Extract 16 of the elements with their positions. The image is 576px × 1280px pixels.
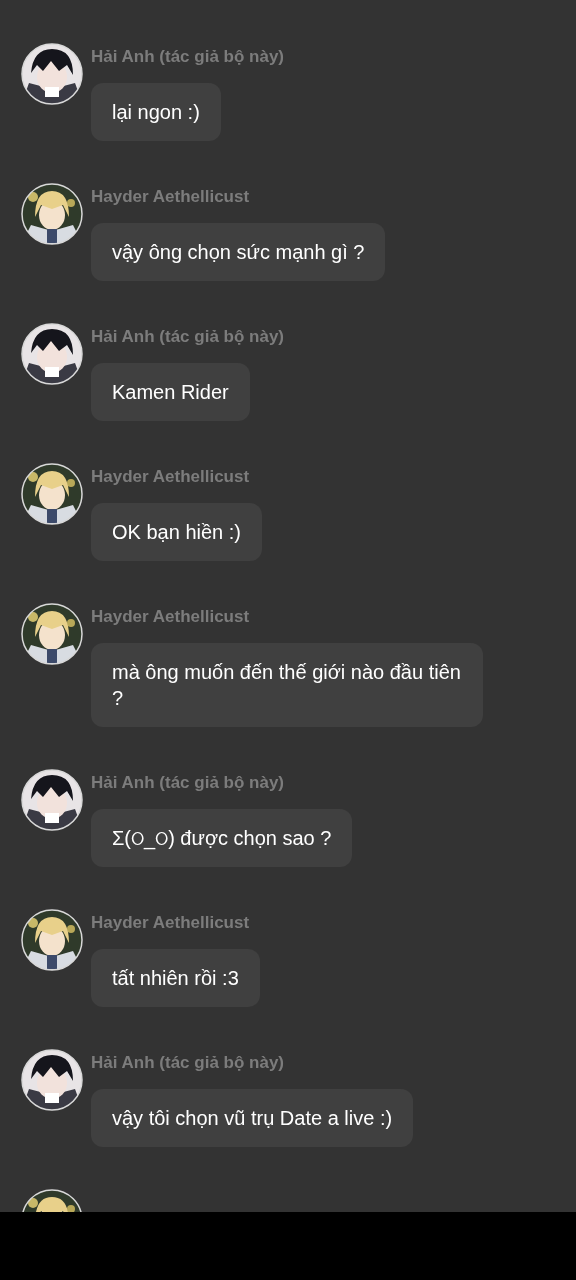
sender-name: Hayder Aethellicust — [91, 606, 250, 628]
sender-name: Hải Anh (tác giả bộ này) — [91, 326, 284, 348]
sender-name: Hải Anh (tác giả bộ này) — [91, 1052, 284, 1074]
sender-name: Hayder Aethellicust — [91, 912, 250, 934]
message-bubble: Σ(ଠ_ଠ) được chọn sao ? — [91, 809, 353, 867]
sender-name: Hải Anh (tác giả bộ này) — [91, 772, 284, 794]
message-bubble: vậy ông chọn sức mạnh gì ? — [91, 223, 386, 281]
message-bubble: mà ông muốn đến thế giới nào đầu tiên ? — [91, 643, 483, 727]
message-bubble: tất nhiên rồi :3 — [91, 949, 260, 1007]
message-bubble: lại ngon :) — [91, 83, 221, 141]
sender-name: Hải Anh (tác giả bộ này) — [91, 46, 284, 68]
sender-name: Hayder Aethellicust — [91, 466, 250, 488]
sender-name: Hayder Aethellicust — [91, 186, 250, 208]
message-bubble: vậy tôi chọn vũ trụ Date a live :) — [91, 1089, 414, 1147]
message-bubble: OK bạn hiền :) — [91, 503, 262, 561]
message-bubble: Kamen Rider — [91, 363, 250, 421]
